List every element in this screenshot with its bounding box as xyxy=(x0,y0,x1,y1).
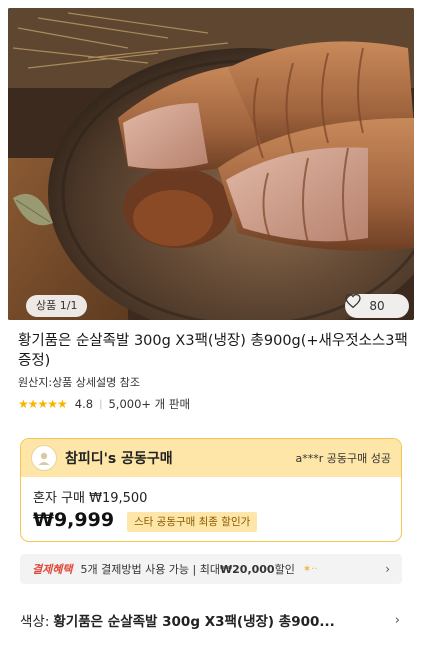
sparkle-icon: ✶·· xyxy=(302,563,318,575)
group-buy-success-text: a***r 공동구매 성공 xyxy=(295,452,391,465)
chevron-right-icon: › xyxy=(394,612,400,628)
option-label: 색상: xyxy=(20,614,50,630)
star-rating-icon: ★★★★★ xyxy=(18,397,68,411)
group-buy-card[interactable]: 참피디's 공동구매 a***r 공동구매 성공 혼자 구매 ₩19,500 ₩… xyxy=(20,438,402,542)
discount-badge: 스타 공동구매 최종 할인가 xyxy=(127,512,258,532)
option-value: 황기품은 순살족발 300g X3팩(냉장) 총900... xyxy=(53,614,335,630)
heart-icon xyxy=(345,294,361,308)
product-photo-illustration xyxy=(8,8,414,320)
benefit-text-prefix: 5개 결제방법 사용 가능 | 최대 xyxy=(80,563,220,576)
like-count: 80 xyxy=(369,299,385,313)
image-counter: 상품 1/1 xyxy=(26,295,88,317)
group-buy-price: ₩9,999 xyxy=(33,509,115,531)
payment-benefit-bar[interactable]: 결제혜택 5개 결제방법 사용 가능 | 최대 ₩20,000 할인 ✶·· › xyxy=(20,554,402,584)
divider: | xyxy=(99,398,103,410)
benefit-label: 결제혜택 xyxy=(32,563,73,576)
chevron-right-icon: › xyxy=(385,562,390,576)
sold-count: 5,000+ 개 판매 xyxy=(108,397,191,411)
benefit-amount: ₩20,000 xyxy=(220,562,275,576)
group-buy-title: 참피디's 공동구매 xyxy=(65,451,173,467)
group-buy-header: 참피디's 공동구매 a***r 공동구매 성공 xyxy=(21,439,401,477)
benefit-text-suffix: 할인 xyxy=(274,563,295,576)
rating-row[interactable]: ★★★★★ 4.8 | 5,000+ 개 판매 xyxy=(18,396,190,412)
option-selector[interactable]: 색상: 황기품은 순살족발 300g X3팩(냉장) 총900... › xyxy=(20,610,400,631)
rating-value: 4.8 xyxy=(74,397,94,411)
like-button[interactable]: 80 xyxy=(345,294,409,318)
solo-price: 혼자 구매 ₩19,500 xyxy=(33,491,148,506)
product-origin: 원산지:상품 상세설명 참조 xyxy=(18,376,141,389)
product-title: 황기품은 순살족발 300g X3팩(냉장) 총900g(+새우젓소스3팩증정) xyxy=(18,333,408,369)
product-image[interactable]: 상품 1/1 80 xyxy=(8,8,414,320)
avatar-icon xyxy=(31,445,57,471)
